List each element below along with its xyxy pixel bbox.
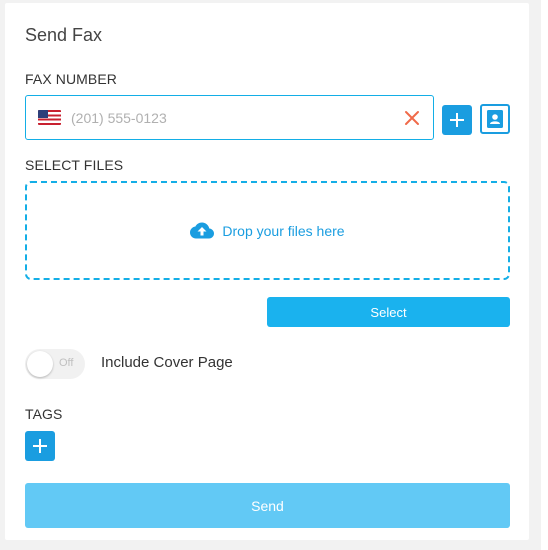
cover-page-label: Include Cover Page bbox=[101, 354, 233, 371]
fax-number-label: FAX NUMBER bbox=[25, 71, 118, 87]
send-button[interactable]: Send bbox=[25, 483, 510, 528]
plus-icon bbox=[450, 113, 464, 127]
cover-page-toggle[interactable]: Off bbox=[25, 349, 85, 379]
adjacent-panel-edge bbox=[541, 0, 548, 550]
us-flag-icon[interactable] bbox=[38, 110, 61, 125]
toggle-knob bbox=[27, 351, 53, 377]
file-dropzone[interactable]: Drop your files here bbox=[25, 181, 510, 280]
fax-number-input[interactable] bbox=[71, 109, 381, 126]
select-files-label: SELECT FILES bbox=[25, 157, 124, 173]
dropzone-text: Drop your files here bbox=[222, 222, 345, 239]
close-icon[interactable] bbox=[403, 109, 421, 127]
contacts-button[interactable] bbox=[480, 104, 510, 134]
contacts-book-icon bbox=[487, 110, 503, 128]
cloud-upload-icon bbox=[190, 222, 215, 239]
plus-icon bbox=[33, 439, 47, 453]
send-fax-panel: Send Fax FAX NUMBER SELECT FILES Drop yo… bbox=[5, 3, 529, 540]
page-title: Send Fax bbox=[25, 25, 103, 45]
fax-number-field[interactable] bbox=[25, 95, 434, 140]
toggle-state-text: Off bbox=[59, 357, 74, 369]
select-files-button[interactable]: Select bbox=[267, 297, 510, 327]
add-tag-button[interactable] bbox=[25, 431, 55, 461]
tags-label: TAGS bbox=[25, 406, 63, 422]
add-recipient-button[interactable] bbox=[442, 105, 472, 135]
